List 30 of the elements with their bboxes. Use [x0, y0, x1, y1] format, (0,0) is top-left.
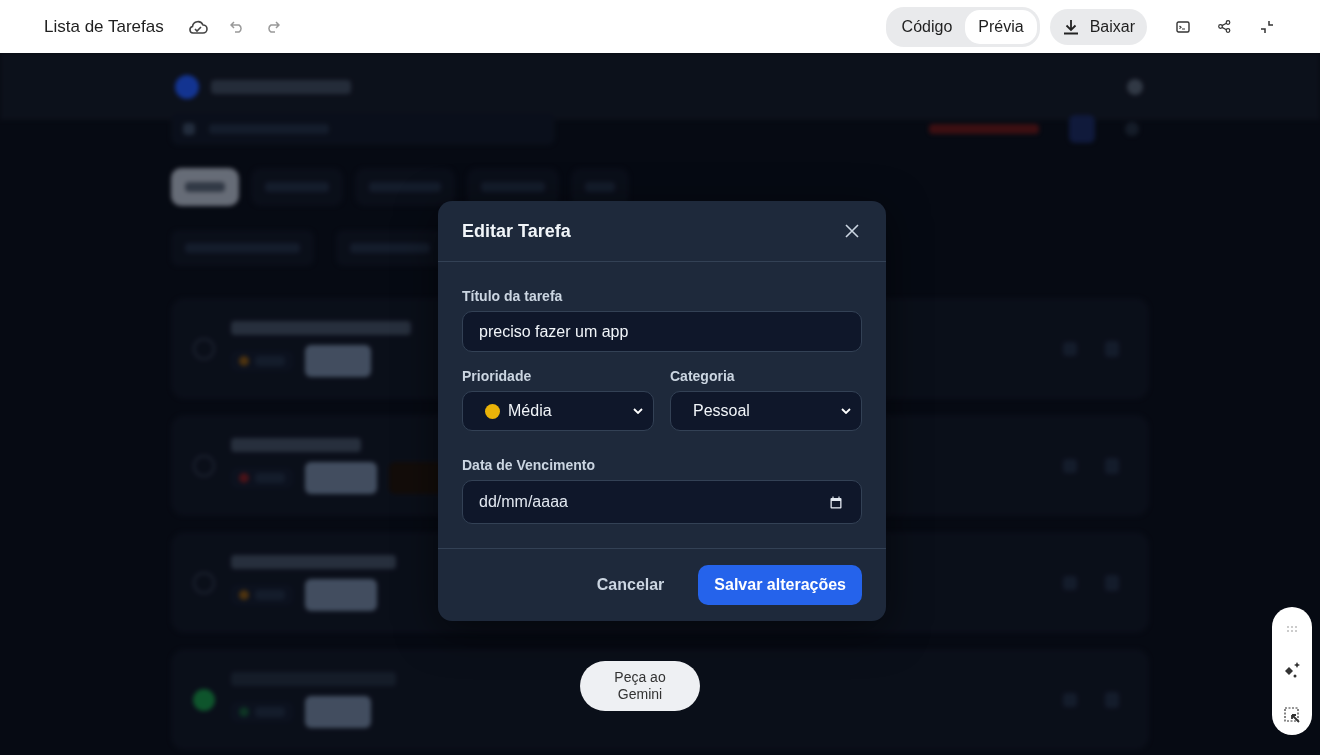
share-icon[interactable]	[1218, 20, 1231, 33]
close-icon[interactable]	[845, 224, 859, 238]
cloud-check-icon[interactable]	[187, 18, 208, 35]
view-tab[interactable]: Prévia	[965, 9, 1037, 44]
save-button[interactable]: Salvar alterações	[698, 565, 862, 605]
download-icon	[1061, 17, 1080, 36]
undo-icon[interactable]	[229, 20, 244, 33]
priority-select[interactable]: Média	[462, 391, 654, 431]
calendar-icon	[830, 495, 842, 509]
cancel-button[interactable]: Cancelar	[590, 575, 671, 595]
chevron-down-icon	[841, 408, 851, 414]
collapse-icon[interactable]	[1259, 18, 1275, 35]
category-select[interactable]: Pessoal	[670, 391, 862, 431]
chevron-down-icon	[633, 408, 643, 414]
redo-icon[interactable]	[265, 20, 280, 33]
field-label: Prioridade	[462, 368, 533, 384]
terminal-icon[interactable]	[1176, 20, 1190, 33]
date-input[interactable]: dd/mm/aaaa	[462, 480, 862, 524]
field-label: Data de Vencimento	[462, 457, 597, 473]
download-button[interactable]: Baixar	[1049, 8, 1147, 45]
field-label: Título da tarefa	[462, 288, 564, 304]
drag-handle-icon[interactable]	[1286, 625, 1298, 633]
view-tab[interactable]: Código	[888, 9, 966, 44]
dialog-title: Editar Tarefa	[462, 220, 571, 242]
field-label: Categoria	[670, 368, 736, 384]
project-title: Lista de Tarefas	[44, 16, 164, 37]
title-input[interactable]: preciso fazer um app	[462, 311, 862, 352]
sparkle-icon[interactable]	[1283, 661, 1301, 679]
select-element-icon[interactable]	[1284, 707, 1300, 723]
ask-gemini-button[interactable]: Peça ao Gemini	[580, 661, 700, 711]
